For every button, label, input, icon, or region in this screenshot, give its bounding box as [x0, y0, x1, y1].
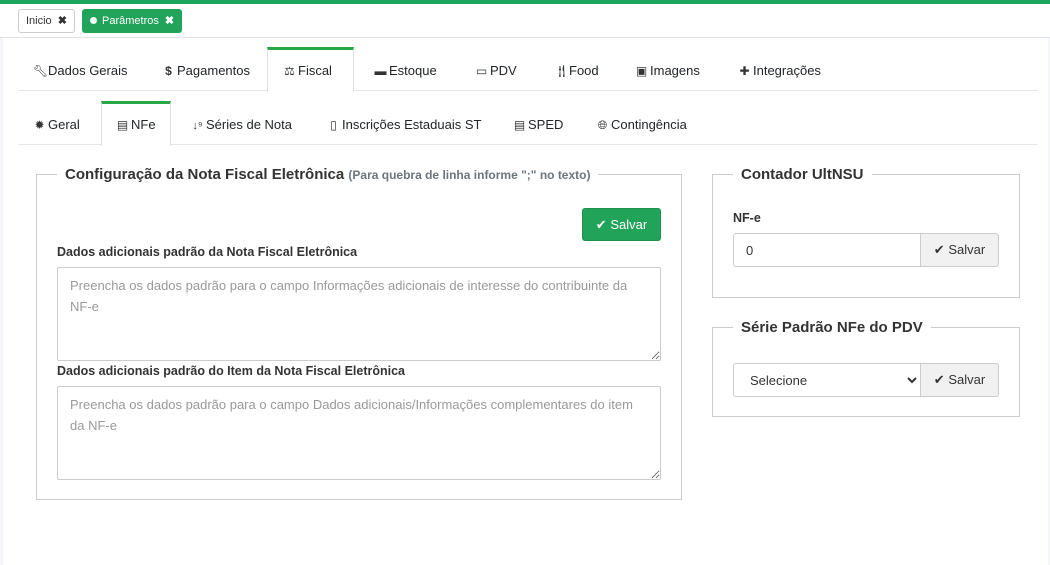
nfe-additional-info-textarea[interactable]	[57, 267, 661, 361]
nfe-item-additional-info-textarea[interactable]	[57, 386, 661, 480]
tab-inscricoes-estaduais-st[interactable]: ▯ Inscrições Estaduais ST	[327, 101, 481, 145]
tab-geral[interactable]: ✹ Geral	[33, 101, 80, 145]
serie-pdv-title: Série Padrão NFe do PDV	[741, 319, 923, 336]
nfe-counter-label: NF-e	[733, 211, 761, 225]
tab-pagamentos[interactable]: $ Pagamentos	[162, 47, 250, 91]
page-tab-parametros[interactable]: Parâmetros ✖	[82, 9, 183, 33]
cog-icon: ✹	[34, 118, 45, 132]
tab-estoque[interactable]: ▬ Estoque	[374, 47, 437, 91]
tab-label: NFe	[131, 117, 156, 132]
button-label: Salvar	[948, 372, 986, 387]
button-label: Salvar	[610, 216, 648, 232]
cutlery-icon: 🍴︎	[554, 64, 570, 78]
tab-contingencia[interactable]: 🌐︎ Contingência	[596, 101, 687, 145]
close-icon[interactable]: ✖	[165, 15, 174, 27]
check-icon: ✔	[933, 372, 945, 387]
desktop-icon: ▭	[475, 64, 488, 78]
tab-label: Séries de Nota	[206, 117, 292, 132]
file-text-icon: ▤	[116, 118, 129, 132]
tab-label: PDV	[490, 63, 517, 78]
tab-food[interactable]: 🍴︎Food	[554, 47, 599, 91]
sort-numeric-icon: ↓⁹	[192, 120, 203, 132]
page-tab-bar: Inicio ✖ Parâmetros ✖	[0, 4, 1050, 38]
tab-label: Pagamentos	[177, 63, 250, 78]
tab-label: SPED	[528, 117, 564, 132]
file-text-icon: ▤	[513, 118, 526, 132]
nfe-counter-input[interactable]	[733, 233, 921, 267]
parameters-card: 🔧︎Dados Gerais $ Pagamentos ⚖︎ Fiscal ▬ Est…	[3, 38, 1048, 565]
button-label: Salvar	[948, 242, 986, 257]
tab-label: Contingência	[611, 117, 687, 132]
puzzle-icon: ✚	[739, 64, 750, 78]
tab-label: Inscrições Estaduais ST	[342, 117, 482, 132]
tab-label: Geral	[48, 117, 80, 132]
check-icon: ✔	[595, 216, 607, 232]
tab-pdv[interactable]: ▭ PDV	[475, 47, 517, 91]
image-icon: ▣	[635, 64, 648, 78]
save-counter-button[interactable]: ✔ Salvar	[920, 233, 999, 267]
close-icon[interactable]: ✖	[58, 15, 67, 27]
tab-label: Integrações	[753, 63, 821, 78]
balance-scale-icon: ⚖︎	[284, 64, 295, 78]
tab-imagens[interactable]: ▣ Imagens	[635, 47, 700, 91]
contador-title: Contador UltNSU	[741, 166, 864, 183]
page-tab-label: Parâmetros	[102, 15, 159, 27]
tab-fiscal[interactable]: ⚖︎ Fiscal	[267, 47, 354, 92]
field1-label: Dados adicionais padrão da Nota Fiscal E…	[57, 245, 358, 259]
save-nfe-config-button[interactable]: ✔ Salvar	[582, 208, 661, 241]
page-tab-label: Inicio	[26, 15, 52, 27]
main-tabs: 🔧︎Dados Gerais $ Pagamentos ⚖︎ Fiscal ▬ Est…	[19, 47, 1038, 92]
globe-icon: 🌐︎	[597, 118, 608, 132]
tab-nfe[interactable]: ▤ NFe	[101, 101, 171, 146]
check-icon: ✔	[933, 242, 945, 257]
serie-pdv-select[interactable]: Selecione	[733, 363, 921, 397]
file-text-o-icon: ▯	[330, 118, 337, 132]
wrench-icon: 🔧︎	[33, 64, 49, 78]
sub-tabs: ✹ Geral ▤ NFe ↓⁹ Séries de Nota ▯ Inscrições…	[19, 101, 1038, 146]
tab-integracoes[interactable]: ✚ Integrações	[738, 47, 821, 91]
contador-fieldset: Contador UltNSU	[712, 166, 1020, 298]
tab-label: Estoque	[389, 63, 437, 78]
nfe-config-title: Configuração da Nota Fiscal Eletrônica (…	[57, 166, 598, 183]
archive-icon: ▬	[374, 64, 387, 78]
tab-label: Imagens	[650, 63, 700, 78]
nfe-config-hint: (Para quebra de linha informe ";" no tex…	[348, 168, 591, 182]
field2-label: Dados adicionais padrão do Item da Nota …	[57, 364, 406, 378]
dollar-icon: $	[165, 64, 172, 78]
tab-label: Fiscal	[298, 63, 332, 78]
tab-dados-gerais[interactable]: 🔧︎Dados Gerais	[33, 47, 127, 91]
tab-series-de-nota[interactable]: ↓⁹ Séries de Nota	[191, 101, 292, 145]
tab-label: Food	[569, 63, 599, 78]
tab-label: Dados Gerais	[48, 63, 128, 78]
tab-sped[interactable]: ▤ SPED	[513, 101, 564, 145]
save-serie-button[interactable]: ✔ Salvar	[920, 363, 999, 397]
active-dot-icon	[90, 17, 97, 24]
page-tab-inicio[interactable]: Inicio ✖	[18, 9, 75, 33]
nfe-config-title-text: Configuração da Nota Fiscal Eletrônica	[65, 166, 345, 183]
